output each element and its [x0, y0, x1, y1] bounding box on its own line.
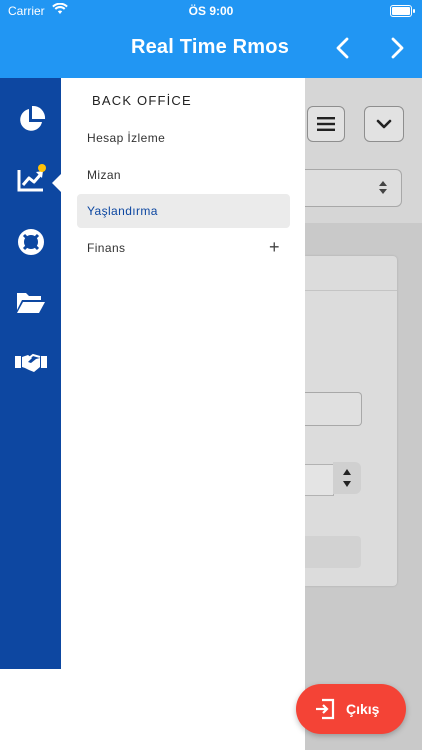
lifebuoy-icon — [17, 229, 44, 255]
rail-item-reports[interactable] — [0, 95, 61, 145]
sidebar-rail — [0, 78, 61, 669]
expand-plus-icon[interactable]: + — [269, 237, 280, 258]
menu-item-finans[interactable]: Finans + — [77, 231, 290, 265]
rail-item-support[interactable] — [0, 217, 61, 267]
expand-button[interactable] — [364, 106, 404, 142]
background-toolbar — [305, 78, 422, 223]
handshake-icon — [14, 353, 47, 372]
battery-icon — [390, 5, 415, 17]
next-button[interactable] — [384, 34, 412, 62]
background-select[interactable] — [305, 169, 402, 207]
rail-item-partners[interactable] — [0, 338, 61, 388]
stepper-arrows-icon — [343, 469, 351, 487]
chevron-right-icon — [391, 37, 404, 59]
menu-item-label: Hesap İzleme — [87, 131, 166, 145]
navigation-drawer: BACK OFFİCE Hesap İzleme Mizan Yaşlandır… — [61, 78, 305, 750]
background-card — [305, 256, 397, 586]
background-content — [305, 78, 422, 750]
menu-item-mizan[interactable]: Mizan — [77, 158, 290, 192]
select-arrows-icon — [379, 181, 387, 194]
chevron-down-icon — [376, 119, 392, 129]
menu-item-label: Mizan — [87, 168, 122, 182]
background-stepper[interactable] — [333, 462, 361, 494]
status-bar: Carrier ÖS 9:00 — [0, 0, 422, 22]
exit-icon — [314, 698, 336, 725]
exit-button-label: Çıkış — [346, 701, 380, 717]
rail-item-files[interactable] — [0, 277, 61, 327]
app-title: Real Time Rmos — [130, 36, 290, 58]
menu-item-label: Yaşlandırma — [87, 204, 158, 218]
status-time: ÖS 9:00 — [188, 4, 234, 18]
notification-badge — [38, 164, 46, 172]
pie-chart-icon — [19, 105, 45, 131]
hamburger-icon — [317, 117, 335, 131]
menu-item-hesap-izleme[interactable]: Hesap İzleme — [77, 121, 290, 155]
folder-open-icon — [16, 293, 45, 313]
menu-button[interactable] — [307, 106, 345, 142]
previous-button[interactable] — [328, 34, 356, 62]
background-button[interactable] — [305, 536, 361, 568]
card-divider — [305, 290, 397, 291]
app-header: Carrier ÖS 9:00 Real Time Rmos — [0, 0, 422, 78]
chevron-left-icon — [336, 37, 349, 59]
exit-button[interactable]: Çıkış — [296, 684, 406, 734]
background-input[interactable] — [305, 392, 362, 426]
menu-item-label: Finans — [87, 241, 126, 255]
rail-bottom-area — [0, 669, 61, 750]
menu-item-yaslandirma[interactable]: Yaşlandırma — [77, 194, 290, 228]
background-stepper-field[interactable] — [305, 464, 334, 496]
drawer-title: BACK OFFİCE — [92, 93, 192, 108]
